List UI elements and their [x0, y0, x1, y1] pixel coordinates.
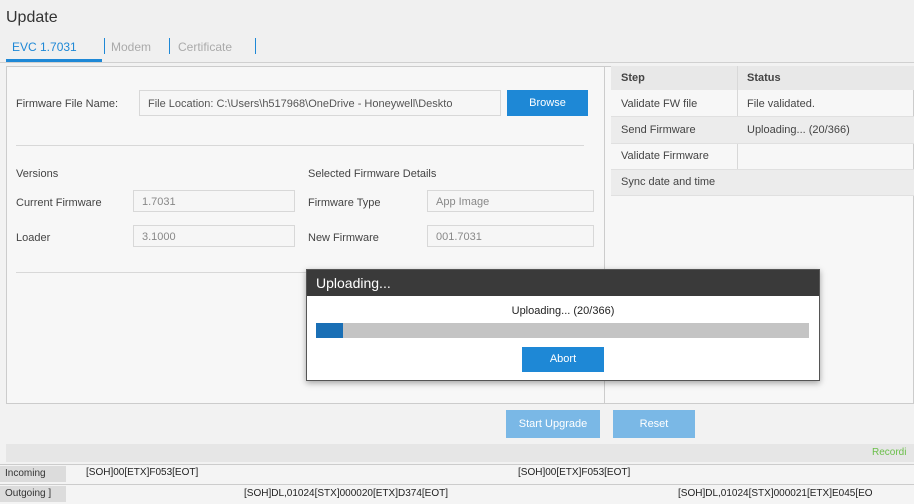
- tab-modem[interactable]: Modem: [111, 40, 151, 54]
- steps-header-step: Step: [621, 72, 645, 84]
- status-strip: [6, 444, 914, 462]
- loader-field: 3.1000: [133, 225, 295, 247]
- tab-evc-label: EVC 1.7031: [12, 40, 77, 54]
- firmware-type-value: App Image: [436, 196, 490, 208]
- reset-button[interactable]: Reset: [613, 410, 695, 438]
- browse-button[interactable]: Browse: [507, 90, 588, 116]
- current-firmware-label: Current Firmware: [16, 197, 102, 209]
- step-name: Validate Firmware: [621, 150, 709, 162]
- abort-button[interactable]: Abort: [522, 347, 604, 372]
- selected-details-heading: Selected Firmware Details: [308, 168, 437, 180]
- versions-heading: Versions: [16, 168, 59, 180]
- new-firmware-field: 001.7031: [427, 225, 594, 247]
- loader-value: 3.1000: [142, 231, 176, 243]
- start-upgrade-button[interactable]: Start Upgrade: [506, 410, 600, 438]
- incoming-message: [SOH]00[ETX]F053[EOT]: [518, 467, 631, 478]
- current-firmware-value: 1.7031: [142, 196, 176, 208]
- upload-progress-bar: [316, 323, 809, 338]
- dialog-title: Uploading...: [316, 275, 391, 291]
- step-status: Uploading... (20/366): [747, 124, 850, 136]
- firmware-type-label: Firmware Type: [308, 197, 381, 209]
- firmware-file-field[interactable]: File Location: C:\Users\h517968\OneDrive…: [139, 90, 501, 116]
- firmware-file-label: Firmware File Name:: [16, 98, 119, 110]
- steps-table: Step Status Validate FW file File valida…: [611, 66, 914, 196]
- new-firmware-value: 001.7031: [436, 231, 482, 243]
- current-firmware-field: 1.7031: [133, 190, 295, 212]
- step-name: Sync date and time: [621, 176, 716, 188]
- tab-certificate[interactable]: Certificate: [178, 40, 232, 54]
- loader-label: Loader: [16, 232, 51, 244]
- new-firmware-label: New Firmware: [308, 232, 379, 244]
- step-name: Send Firmware: [621, 124, 696, 136]
- section-divider: [16, 145, 584, 146]
- tab-divider: [169, 38, 170, 54]
- steps-header-status: Status: [747, 72, 781, 84]
- dialog-message: Uploading... (20/366): [511, 305, 615, 317]
- firmware-type-field: App Image: [427, 190, 594, 212]
- upload-progress-fill: [316, 323, 344, 338]
- incoming-label: Incoming: [0, 466, 66, 482]
- tab-evc[interactable]: EVC 1.7031: [6, 38, 102, 62]
- tab-divider: [104, 38, 105, 54]
- outgoing-message: [SOH]DL,01024[STX]000021[ETX]E045[EO: [678, 488, 873, 499]
- window-title: Update: [6, 9, 58, 26]
- outgoing-message: [SOH]DL,01024[STX]000020[ETX]D374[EOT]: [244, 488, 448, 499]
- step-name: Validate FW file: [621, 98, 698, 110]
- incoming-message: [SOH]00[ETX]F053[EOT]: [86, 467, 199, 478]
- firmware-file-path: File Location: C:\Users\h517968\OneDrive…: [148, 98, 453, 110]
- tab-divider: [255, 38, 256, 54]
- step-status: File validated.: [747, 98, 815, 110]
- recording-indicator: Recordi: [872, 447, 907, 458]
- uploading-dialog: Uploading... Uploading... (20/366) Abort: [306, 269, 820, 381]
- outgoing-label: Outgoing ]: [0, 486, 66, 502]
